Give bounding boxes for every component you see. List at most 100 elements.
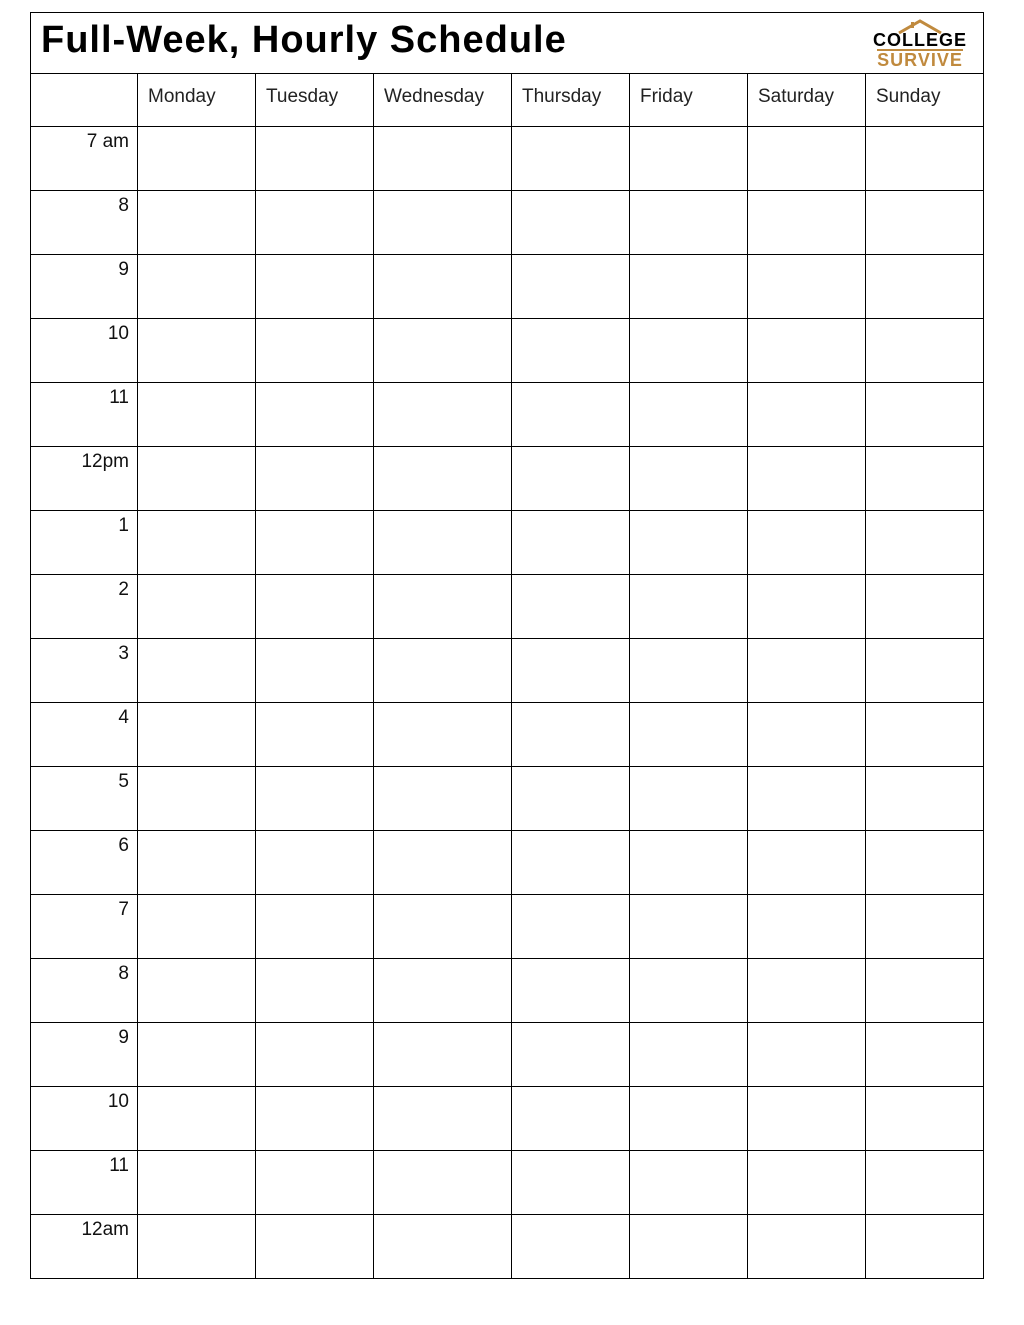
schedule-cell[interactable] — [866, 447, 984, 511]
schedule-cell[interactable] — [630, 1215, 748, 1279]
schedule-cell[interactable] — [138, 447, 256, 511]
schedule-cell[interactable] — [256, 191, 374, 255]
schedule-cell[interactable] — [374, 255, 512, 319]
schedule-cell[interactable] — [138, 383, 256, 447]
schedule-cell[interactable] — [512, 1087, 630, 1151]
schedule-cell[interactable] — [748, 639, 866, 703]
schedule-cell[interactable] — [374, 831, 512, 895]
schedule-cell[interactable] — [866, 319, 984, 383]
schedule-cell[interactable] — [138, 575, 256, 639]
schedule-cell[interactable] — [512, 255, 630, 319]
schedule-cell[interactable] — [374, 511, 512, 575]
schedule-cell[interactable] — [374, 191, 512, 255]
schedule-cell[interactable] — [374, 703, 512, 767]
schedule-cell[interactable] — [630, 1151, 748, 1215]
schedule-cell[interactable] — [138, 191, 256, 255]
schedule-cell[interactable] — [138, 1023, 256, 1087]
schedule-cell[interactable] — [512, 447, 630, 511]
schedule-cell[interactable] — [630, 703, 748, 767]
schedule-cell[interactable] — [512, 639, 630, 703]
schedule-cell[interactable] — [748, 1023, 866, 1087]
schedule-cell[interactable] — [630, 1087, 748, 1151]
schedule-cell[interactable] — [748, 127, 866, 191]
schedule-cell[interactable] — [630, 191, 748, 255]
schedule-cell[interactable] — [374, 1087, 512, 1151]
schedule-cell[interactable] — [138, 511, 256, 575]
schedule-cell[interactable] — [866, 575, 984, 639]
schedule-cell[interactable] — [256, 447, 374, 511]
schedule-cell[interactable] — [138, 1215, 256, 1279]
schedule-cell[interactable] — [138, 895, 256, 959]
schedule-cell[interactable] — [866, 767, 984, 831]
schedule-cell[interactable] — [138, 831, 256, 895]
schedule-cell[interactable] — [630, 575, 748, 639]
schedule-cell[interactable] — [512, 895, 630, 959]
schedule-cell[interactable] — [138, 1087, 256, 1151]
schedule-cell[interactable] — [138, 319, 256, 383]
schedule-cell[interactable] — [138, 703, 256, 767]
schedule-cell[interactable] — [866, 1023, 984, 1087]
schedule-cell[interactable] — [748, 319, 866, 383]
schedule-cell[interactable] — [374, 639, 512, 703]
schedule-cell[interactable] — [374, 959, 512, 1023]
schedule-cell[interactable] — [748, 1151, 866, 1215]
schedule-cell[interactable] — [748, 1215, 866, 1279]
schedule-cell[interactable] — [512, 767, 630, 831]
schedule-cell[interactable] — [374, 1023, 512, 1087]
schedule-cell[interactable] — [866, 127, 984, 191]
schedule-cell[interactable] — [256, 1151, 374, 1215]
schedule-cell[interactable] — [512, 319, 630, 383]
schedule-cell[interactable] — [512, 1151, 630, 1215]
schedule-cell[interactable] — [630, 319, 748, 383]
schedule-cell[interactable] — [512, 703, 630, 767]
schedule-cell[interactable] — [512, 831, 630, 895]
schedule-cell[interactable] — [630, 895, 748, 959]
schedule-cell[interactable] — [512, 959, 630, 1023]
schedule-cell[interactable] — [866, 1151, 984, 1215]
schedule-cell[interactable] — [866, 831, 984, 895]
schedule-cell[interactable] — [374, 1151, 512, 1215]
schedule-cell[interactable] — [512, 127, 630, 191]
schedule-cell[interactable] — [374, 1215, 512, 1279]
schedule-cell[interactable] — [374, 575, 512, 639]
schedule-cell[interactable] — [748, 703, 866, 767]
schedule-cell[interactable] — [374, 447, 512, 511]
schedule-cell[interactable] — [256, 703, 374, 767]
schedule-cell[interactable] — [866, 1087, 984, 1151]
schedule-cell[interactable] — [866, 191, 984, 255]
schedule-cell[interactable] — [748, 1087, 866, 1151]
schedule-cell[interactable] — [512, 191, 630, 255]
schedule-cell[interactable] — [630, 383, 748, 447]
schedule-cell[interactable] — [748, 895, 866, 959]
schedule-cell[interactable] — [630, 447, 748, 511]
schedule-cell[interactable] — [866, 703, 984, 767]
schedule-cell[interactable] — [630, 255, 748, 319]
schedule-cell[interactable] — [866, 959, 984, 1023]
schedule-cell[interactable] — [748, 383, 866, 447]
schedule-cell[interactable] — [866, 383, 984, 447]
schedule-cell[interactable] — [256, 639, 374, 703]
schedule-cell[interactable] — [512, 1215, 630, 1279]
schedule-cell[interactable] — [138, 255, 256, 319]
schedule-cell[interactable] — [256, 511, 374, 575]
schedule-cell[interactable] — [748, 511, 866, 575]
schedule-cell[interactable] — [256, 831, 374, 895]
schedule-cell[interactable] — [630, 511, 748, 575]
schedule-cell[interactable] — [748, 447, 866, 511]
schedule-cell[interactable] — [374, 127, 512, 191]
schedule-cell[interactable] — [512, 575, 630, 639]
schedule-cell[interactable] — [256, 127, 374, 191]
schedule-cell[interactable] — [866, 511, 984, 575]
schedule-cell[interactable] — [374, 319, 512, 383]
schedule-cell[interactable] — [256, 255, 374, 319]
schedule-cell[interactable] — [866, 895, 984, 959]
schedule-cell[interactable] — [630, 639, 748, 703]
schedule-cell[interactable] — [866, 255, 984, 319]
schedule-cell[interactable] — [748, 831, 866, 895]
schedule-cell[interactable] — [630, 1023, 748, 1087]
schedule-cell[interactable] — [748, 767, 866, 831]
schedule-cell[interactable] — [256, 319, 374, 383]
schedule-cell[interactable] — [748, 255, 866, 319]
schedule-cell[interactable] — [866, 1215, 984, 1279]
schedule-cell[interactable] — [748, 959, 866, 1023]
